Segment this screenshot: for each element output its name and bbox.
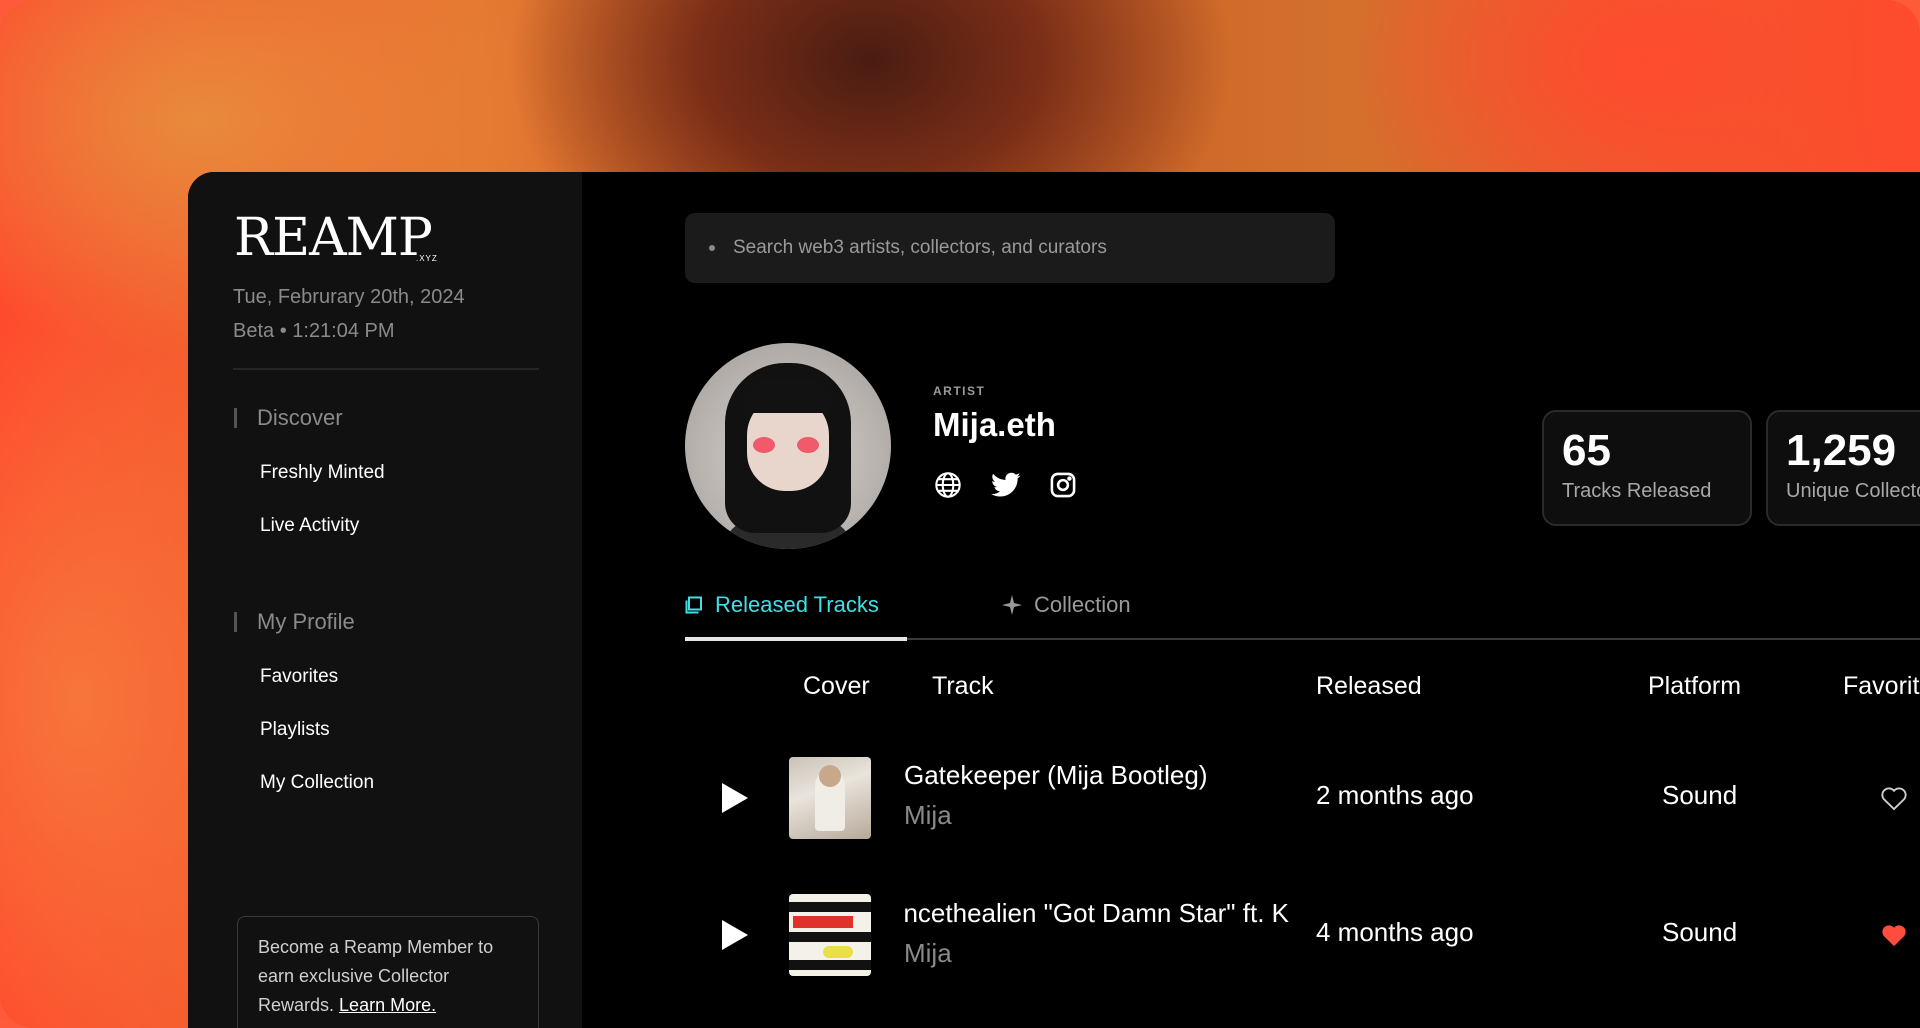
sidebar-divider <box>233 368 539 370</box>
heart-outline-icon[interactable] <box>1880 785 1908 811</box>
column-header-platform: Platform <box>1648 672 1742 700</box>
stat-unique-collectors: 1,259 Unique Collectors <box>1766 410 1920 526</box>
track-cover[interactable] <box>789 757 871 839</box>
search-bar[interactable]: Search web3 artists, collectors, and cur… <box>685 213 1335 283</box>
current-date: Tue, Februrary 20th, 2024 <box>233 286 465 308</box>
track-platform: Sound <box>1662 917 1738 947</box>
track-artist[interactable]: Mija <box>904 938 952 969</box>
tab-label: Released Tracks <box>715 592 879 617</box>
track-released: 4 months ago <box>1316 917 1474 947</box>
artist-avatar <box>685 343 891 549</box>
track-title[interactable]: Gatekeeper (Mija Bootleg) <box>904 760 1289 791</box>
section-discover: Discover <box>234 407 343 429</box>
track-title[interactable]: Vincethealien "Got Damn Star" ft. K <box>904 898 1289 929</box>
square-icon <box>685 596 702 614</box>
sidebar: REAMP .XYZ Tue, Februrary 20th, 2024 Bet… <box>188 172 582 1028</box>
instagram-icon[interactable] <box>1048 470 1078 500</box>
sidebar-item-my-collection[interactable]: My Collection <box>260 772 374 794</box>
section-my-profile: My Profile <box>234 611 355 633</box>
membership-promo: Become a Reamp Member to earn exclusive … <box>237 916 539 1028</box>
sidebar-item-freshly-minted[interactable]: Freshly Minted <box>260 462 385 484</box>
play-icon[interactable] <box>722 783 748 813</box>
search-icon <box>709 245 715 251</box>
tab-collection[interactable]: Collection <box>1002 592 1131 618</box>
track-artist[interactable]: Mija <box>904 800 952 831</box>
stat-label: Tracks Released <box>1562 480 1712 502</box>
sidebar-item-playlists[interactable]: Playlists <box>260 719 330 741</box>
heart-filled-icon[interactable] <box>1880 922 1908 948</box>
app-window: REAMP .XYZ Tue, Februrary 20th, 2024 Bet… <box>188 172 1920 1028</box>
artist-tag: ARTIST <box>933 384 986 398</box>
beta-status: Beta • 1:21:04 PM <box>233 320 395 342</box>
artist-name: Mija.eth <box>933 406 1056 443</box>
learn-more-link[interactable]: Learn More. <box>339 995 436 1015</box>
search-placeholder[interactable]: Search web3 artists, collectors, and cur… <box>733 237 1107 259</box>
tab-label: Collection <box>1034 592 1131 617</box>
twitter-icon[interactable] <box>991 470 1021 500</box>
tab-released-tracks[interactable]: Released Tracks <box>685 592 879 618</box>
column-header-released: Released <box>1316 672 1422 700</box>
track-platform: Sound <box>1662 780 1738 810</box>
track-cover[interactable] <box>789 894 871 976</box>
reamp-logo[interactable]: REAMP <box>234 212 433 264</box>
stat-value: 1,259 <box>1786 426 1897 475</box>
sidebar-item-live-activity[interactable]: Live Activity <box>260 515 359 537</box>
sparkle-icon <box>1002 595 1022 615</box>
track-released: 2 months ago <box>1316 780 1474 810</box>
logo-subtext: .XYZ <box>416 254 438 263</box>
play-icon[interactable] <box>722 920 748 950</box>
stat-label: Unique Collectors <box>1786 480 1920 502</box>
stat-tracks-released: 65 Tracks Released <box>1542 410 1752 526</box>
sidebar-item-favorites[interactable]: Favorites <box>260 666 338 688</box>
column-header-track: Track <box>932 672 994 700</box>
stat-value: 65 <box>1562 426 1611 475</box>
column-header-cover: Cover <box>803 672 870 700</box>
tab-active-indicator <box>685 637 907 641</box>
column-header-favorite: Favorite <box>1843 672 1920 700</box>
globe-icon[interactable] <box>933 470 963 500</box>
